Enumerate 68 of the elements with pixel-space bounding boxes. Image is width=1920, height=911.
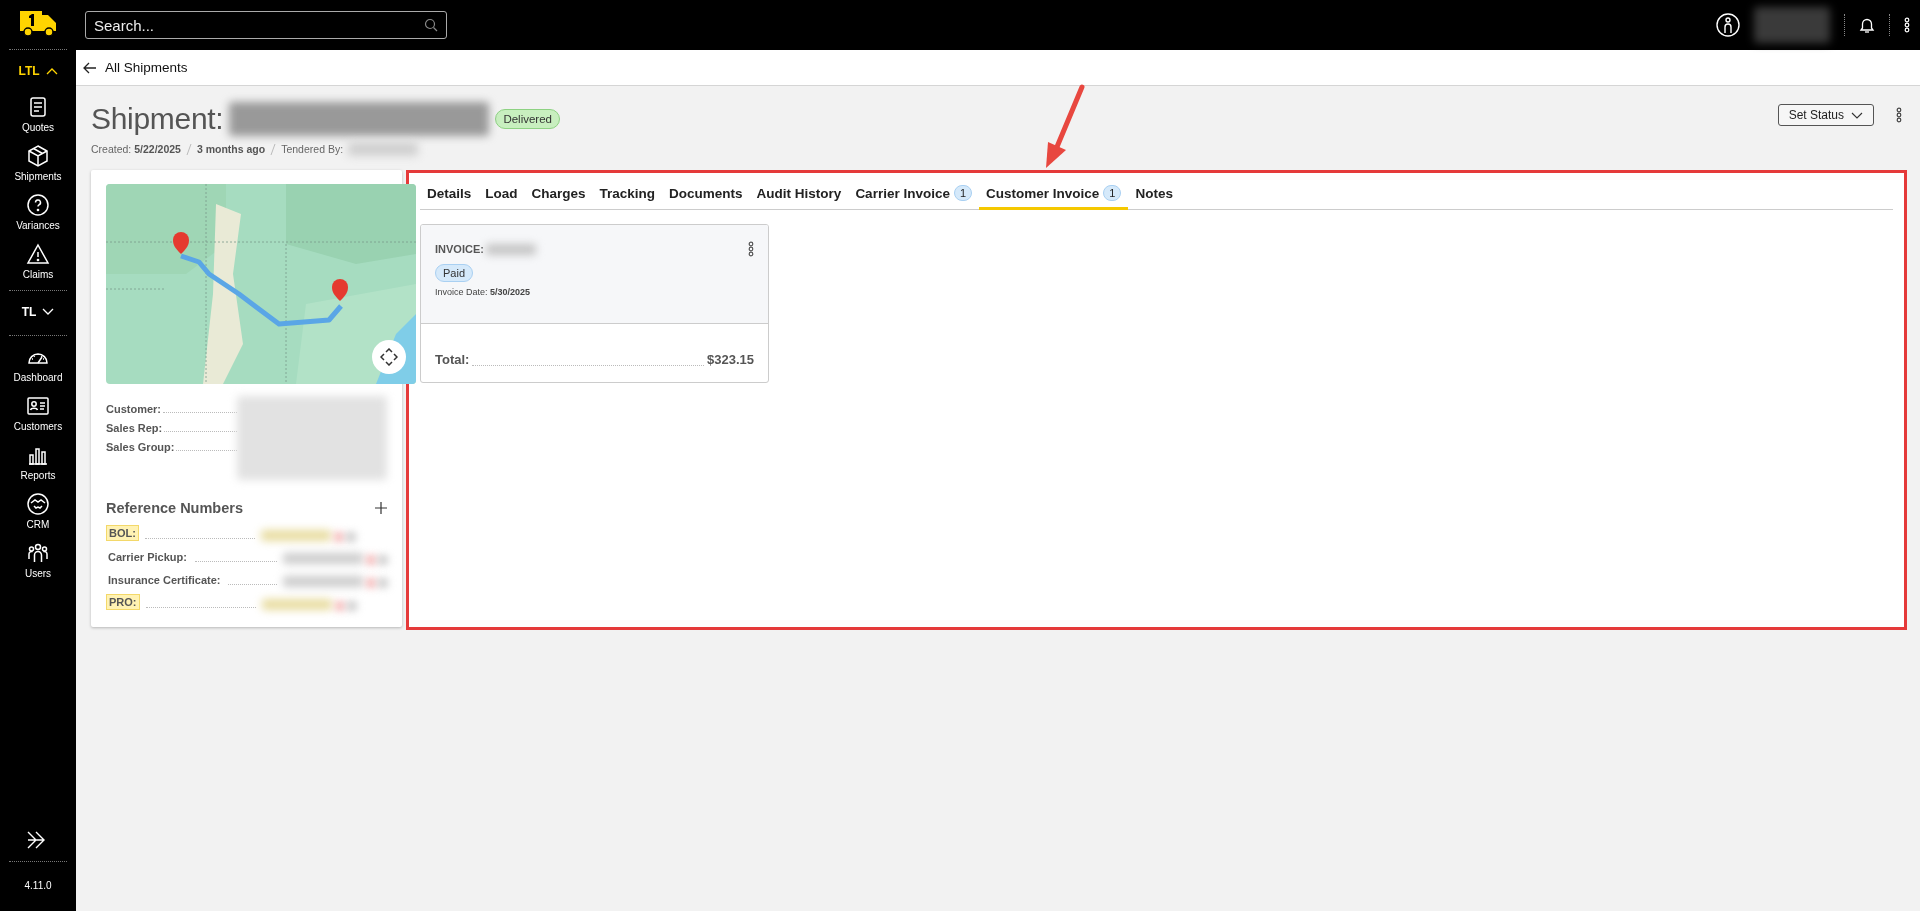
count-badge: 1: [1103, 185, 1122, 201]
chevron-up-icon: [45, 67, 58, 75]
sidebar-item[interactable]: Variances: [3, 188, 73, 237]
sidebar-item[interactable]: Claims: [3, 237, 73, 286]
count-badge: 1: [953, 185, 973, 201]
slash-separator: [270, 143, 277, 155]
more-options-icon[interactable]: [1896, 107, 1902, 123]
chevron-down-icon: [1851, 111, 1863, 119]
tab[interactable]: Load: [478, 183, 525, 210]
user-avatar-icon[interactable]: [1716, 13, 1740, 37]
version-label: 4.11.0: [24, 879, 52, 893]
more-options-icon[interactable]: [1904, 17, 1910, 33]
total-label: Total:: [435, 352, 470, 367]
sidebar-item[interactable]: Users: [3, 536, 73, 585]
meta-text: Created: 5/22/2025: [91, 143, 181, 155]
sidebar-item[interactable]: Dashboard: [3, 340, 73, 389]
blurred-value: [260, 530, 331, 541]
sidebar-item[interactable]: Customers: [3, 389, 73, 438]
tab[interactable]: Carrier Invoice 1: [848, 183, 980, 210]
field-label: Customer:: [106, 403, 161, 415]
sidebar-item[interactable]: Quotes: [3, 90, 73, 139]
status-badge: Paid: [435, 264, 474, 282]
reference-label: Insurance Certificate:: [107, 573, 222, 587]
slash-separator: [185, 143, 192, 155]
search-icon[interactable]: [424, 18, 438, 32]
blurred-value: [261, 599, 332, 610]
four-arrows-icon: [380, 348, 398, 366]
section-title: Reference Numbers: [106, 500, 243, 516]
box-icon: [26, 144, 50, 168]
tab[interactable]: Charges: [524, 183, 593, 210]
tab[interactable]: Tracking: [592, 183, 663, 210]
plus-icon[interactable]: [375, 502, 387, 514]
back-link[interactable]: All Shipments: [83, 60, 188, 75]
users-icon: [26, 541, 50, 565]
sidebar-item[interactable]: Shipments: [3, 139, 73, 188]
reference-label: PRO:: [106, 594, 140, 610]
blurred-value: [485, 243, 536, 255]
page-title: Shipment:: [91, 102, 224, 136]
blurred-value: [348, 142, 419, 156]
truck-logo-icon[interactable]: [18, 9, 58, 37]
total-amount: $323.15: [707, 352, 754, 367]
reference-label: BOL:: [106, 525, 139, 541]
tab[interactable]: Details: [420, 183, 479, 210]
more-options-icon[interactable]: [748, 241, 754, 257]
sidebar-item[interactable]: Reports: [3, 438, 73, 487]
warning-icon: [26, 242, 50, 266]
invoice-date: Invoice Date: 5/30/2025: [435, 287, 532, 297]
tab[interactable]: Notes: [1128, 183, 1180, 210]
tab[interactable]: Customer Invoice 1: [979, 183, 1129, 210]
id-card-icon: [26, 394, 50, 418]
invoice-label: INVOICE:: [435, 243, 484, 255]
sidebar-item[interactable]: CRM: [3, 487, 73, 536]
sidebar-group-toggle[interactable]: LTL: [18, 54, 58, 90]
reference-label: Carrier Pickup:: [107, 550, 188, 564]
field-label: Sales Group:: [106, 441, 175, 453]
search-field[interactable]: Search...: [85, 11, 447, 39]
tab[interactable]: Audit History: [749, 183, 849, 210]
meta-text: Tendered By:: [281, 143, 344, 155]
arrow-left-icon: [83, 61, 97, 74]
field-label: Sales Rep:: [106, 422, 163, 434]
question-icon: [26, 193, 50, 217]
meta-text: 3 months ago: [196, 143, 266, 155]
set-status-button[interactable]: Set Status: [1777, 104, 1874, 126]
tab[interactable]: Documents: [662, 183, 750, 210]
chevron-down-icon: [42, 308, 55, 316]
sidebar-group-toggle[interactable]: TL: [21, 295, 55, 331]
status-badge: Delivered: [495, 109, 560, 129]
bell-icon[interactable]: [1859, 16, 1875, 34]
